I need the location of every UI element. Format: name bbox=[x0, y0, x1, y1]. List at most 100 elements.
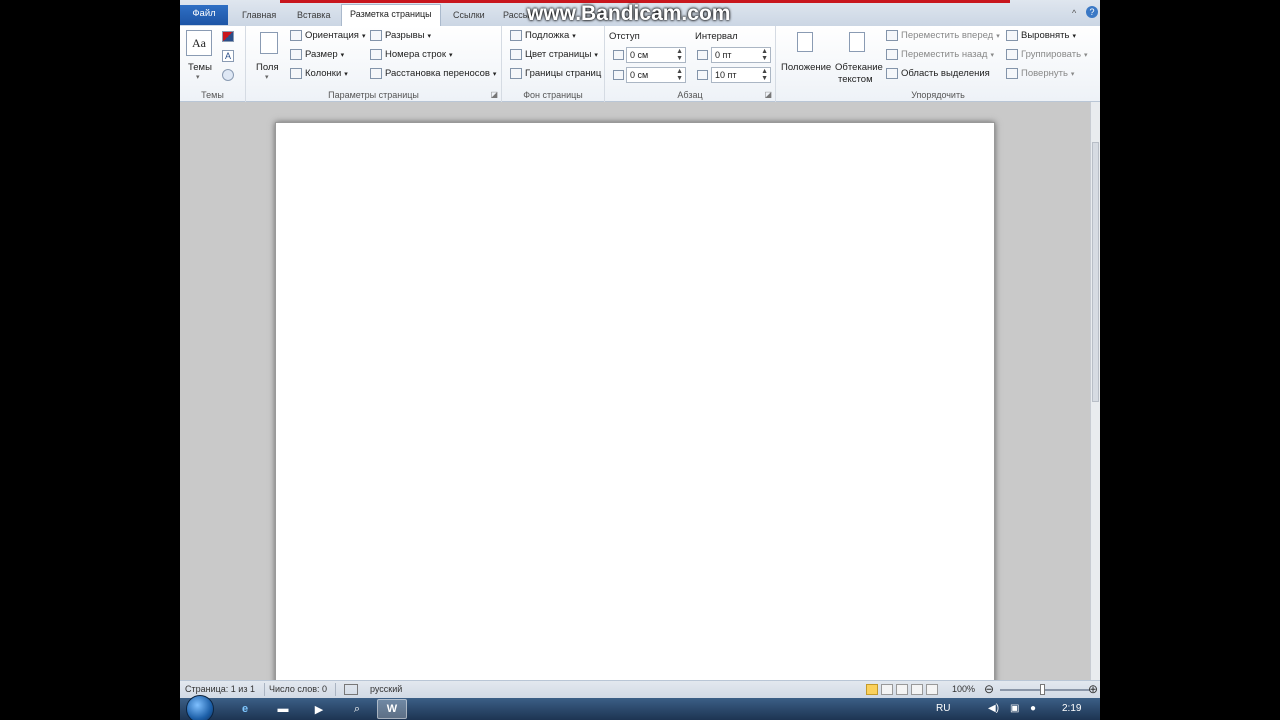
indent-label: Отступ bbox=[609, 31, 640, 42]
internet-explorer-icon[interactable]: e bbox=[230, 699, 260, 719]
spin-arrows-icon[interactable]: ▲ ▼ bbox=[761, 68, 768, 82]
send-backward-icon bbox=[886, 49, 898, 60]
proofing-icon[interactable] bbox=[344, 684, 358, 695]
spin-arrows-icon[interactable]: ▲ ▼ bbox=[676, 68, 683, 82]
status-tray-icon[interactable]: ● bbox=[1030, 703, 1036, 714]
tab-home[interactable]: Главная bbox=[234, 6, 284, 26]
theme-effects-icon[interactable] bbox=[222, 69, 234, 81]
full-screen-reading-icon[interactable] bbox=[881, 684, 893, 695]
breaks-button[interactable]: Разрывы ▾ bbox=[370, 30, 431, 41]
selection-pane-label: Область выделения bbox=[901, 68, 990, 79]
line-numbers-icon bbox=[370, 49, 382, 60]
status-bar: Страница: 1 из 1 Число слов: 0 русский 1… bbox=[180, 680, 1100, 698]
send-backward-button[interactable]: Переместить назад ▾ bbox=[886, 49, 994, 60]
tab-insert[interactable]: Вставка bbox=[289, 6, 338, 26]
breaks-label: Разрывы bbox=[385, 30, 425, 41]
theme-colors-icon[interactable] bbox=[222, 31, 234, 42]
outline-icon[interactable] bbox=[911, 684, 923, 695]
spacing-after-input[interactable]: 10 пт ▲ ▼ bbox=[711, 67, 771, 83]
margins-icon[interactable] bbox=[260, 32, 278, 54]
scrollbar-thumb[interactable] bbox=[1092, 142, 1099, 402]
size-label: Размер bbox=[305, 49, 338, 60]
group-label: Группировать bbox=[1021, 49, 1082, 60]
page-borders-button[interactable]: Границы страниц bbox=[510, 68, 601, 79]
zoom-out-icon[interactable]: ⊖ bbox=[984, 682, 994, 696]
orientation-label: Ориентация bbox=[305, 30, 359, 41]
wrap-text-button[interactable]: Обтекание bbox=[835, 62, 883, 73]
page-color-button[interactable]: Цвет страницы ▾ bbox=[510, 49, 598, 60]
tab-references[interactable]: Ссылки bbox=[445, 6, 493, 26]
group-label-arrange: Упорядочить bbox=[911, 90, 965, 100]
hyphenation-label: Расстановка переносов bbox=[385, 68, 490, 79]
orientation-button[interactable]: Ориентация ▾ bbox=[290, 30, 365, 41]
tab-page-layout[interactable]: Разметка страницы bbox=[341, 4, 441, 26]
draft-icon[interactable] bbox=[926, 684, 938, 695]
media-player-icon[interactable]: ▶ bbox=[304, 699, 334, 719]
dialog-launcher-icon[interactable]: ◪ bbox=[764, 90, 772, 99]
dialog-launcher-icon[interactable]: ◪ bbox=[490, 90, 498, 99]
spin-arrows-icon[interactable]: ▲ ▼ bbox=[761, 48, 768, 62]
language-indicator[interactable]: RU bbox=[936, 703, 950, 714]
columns-button[interactable]: Колонки ▾ bbox=[290, 68, 348, 79]
columns-icon bbox=[290, 68, 302, 79]
group-button[interactable]: Группировать ▾ bbox=[1006, 49, 1088, 60]
zoom-slider-knob[interactable] bbox=[1040, 684, 1045, 695]
indent-right-input[interactable]: 0 см ▲ ▼ bbox=[626, 67, 686, 83]
position-button[interactable]: Положение bbox=[781, 62, 831, 73]
wrap-text-icon[interactable] bbox=[849, 32, 865, 52]
hyphenation-button[interactable]: Расстановка переносов ▾ bbox=[370, 68, 496, 79]
size-button[interactable]: Размер ▾ bbox=[290, 49, 344, 60]
collapse-ribbon-icon[interactable]: ^ bbox=[1072, 8, 1076, 18]
page-borders-label: Границы страниц bbox=[525, 68, 602, 79]
network-icon[interactable]: ▣ bbox=[1010, 703, 1019, 714]
page-count[interactable]: Страница: 1 из 1 bbox=[185, 684, 255, 694]
group-icon bbox=[1006, 49, 1018, 60]
web-layout-icon[interactable] bbox=[896, 684, 908, 695]
themes-button[interactable]: Темы bbox=[188, 62, 212, 73]
rotate-button[interactable]: Повернуть ▾ bbox=[1006, 68, 1074, 79]
bring-forward-button[interactable]: Переместить вперед ▾ bbox=[886, 30, 1000, 41]
wrap-text-button-line2[interactable]: текстом bbox=[838, 74, 873, 85]
line-numbers-button[interactable]: Номера строк ▾ bbox=[370, 49, 453, 60]
zoom-level[interactable]: 100% bbox=[952, 684, 975, 694]
indent-left-input[interactable]: 0 см ▲ ▼ bbox=[626, 47, 686, 63]
theme-fonts-icon[interactable]: A bbox=[222, 50, 234, 62]
page-size-icon bbox=[290, 49, 302, 60]
clock[interactable]: 2:19 bbox=[1062, 703, 1081, 714]
explorer-folder-icon[interactable]: ▬ bbox=[268, 699, 298, 719]
document-page[interactable] bbox=[275, 122, 995, 702]
zoom-slider[interactable] bbox=[1000, 689, 1090, 691]
volume-icon[interactable]: ◀) bbox=[988, 703, 999, 714]
print-layout-icon[interactable] bbox=[866, 684, 878, 695]
tab-file[interactable]: Файл bbox=[180, 5, 228, 25]
group-arrange: Положение Обтекание текстом Переместить … bbox=[776, 26, 1100, 102]
indent-left-value: 0 см bbox=[630, 50, 649, 60]
word-taskbar-icon[interactable]: W bbox=[377, 699, 407, 719]
language-status[interactable]: русский bbox=[370, 684, 402, 694]
selection-pane-button[interactable]: Область выделения bbox=[886, 68, 990, 79]
watermark-button[interactable]: Подложка ▾ bbox=[510, 30, 576, 41]
spacing-after-icon bbox=[697, 70, 708, 80]
spacing-before-input[interactable]: 0 пт ▲ ▼ bbox=[711, 47, 771, 63]
chevron-down-icon[interactable]: ▾ bbox=[196, 73, 200, 81]
word-count[interactable]: Число слов: 0 bbox=[269, 684, 327, 694]
position-icon[interactable] bbox=[797, 32, 813, 52]
start-button[interactable] bbox=[186, 695, 214, 720]
group-page-setup: Поля ▾ Ориентация ▾ Размер ▾ Колонки ▾ Разр… bbox=[246, 26, 502, 102]
margins-button[interactable]: Поля bbox=[256, 62, 279, 73]
watermark-icon bbox=[510, 30, 522, 41]
align-button[interactable]: Выровнять ▾ bbox=[1006, 30, 1076, 41]
search-icon[interactable]: ⌕ bbox=[342, 699, 372, 719]
help-icon[interactable]: ? bbox=[1086, 6, 1098, 18]
separator bbox=[335, 683, 336, 696]
zoom-in-icon[interactable]: ⊕ bbox=[1088, 682, 1098, 696]
send-backward-label: Переместить назад bbox=[901, 49, 988, 60]
chevron-down-icon[interactable]: ▾ bbox=[265, 73, 269, 81]
page-color-icon bbox=[510, 49, 522, 60]
bring-forward-icon bbox=[886, 30, 898, 41]
ribbon-tab-bar: Файл Главная Вставка Разметка страницы С… bbox=[180, 0, 1100, 26]
themes-icon[interactable]: Aa bbox=[186, 30, 212, 56]
spin-arrows-icon[interactable]: ▲ ▼ bbox=[676, 48, 683, 62]
spacing-after-value: 10 пт bbox=[715, 70, 737, 80]
vertical-scrollbar[interactable] bbox=[1090, 102, 1100, 680]
